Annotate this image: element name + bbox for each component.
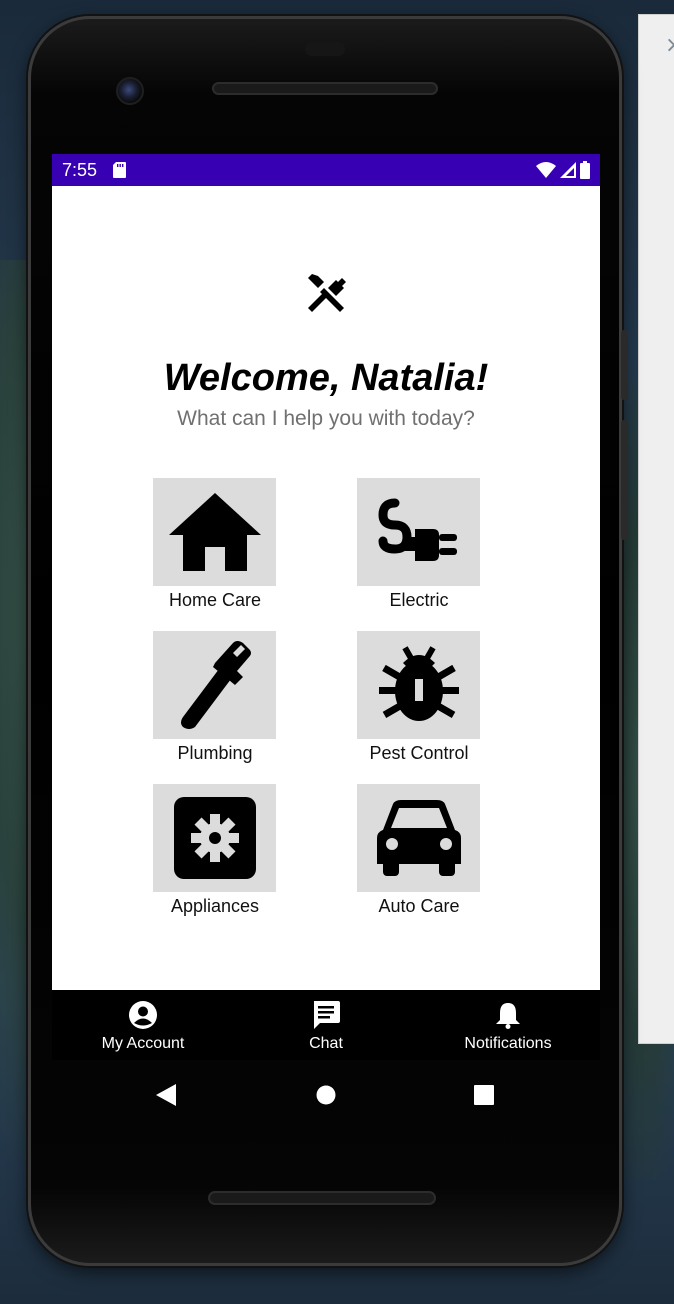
earpiece-speaker (212, 82, 438, 95)
nav-label: Notifications (464, 1035, 552, 1052)
tools-icon (308, 274, 346, 312)
home-icon (168, 493, 261, 571)
bug-icon (378, 646, 459, 721)
nav-my-account[interactable]: My Account (90, 990, 196, 1060)
service-label: Electric (389, 590, 449, 610)
status-time: 7:55 (62, 159, 98, 180)
welcome-heading: Welcome, Natalia! (163, 357, 489, 399)
service-tile[interactable] (153, 478, 276, 586)
gear-icon (173, 797, 256, 879)
nav-chat[interactable]: Chat (296, 990, 356, 1060)
app-screen: 7:55 Welcome, Natalia! What can I help y… (52, 154, 600, 990)
nav-label: Chat (309, 1035, 343, 1052)
service-plumbing[interactable]: Plumbing (153, 631, 277, 764)
nav-notifications[interactable]: Notifications (452, 990, 564, 1060)
welcome-subtitle: What can I help you with today? (177, 407, 475, 430)
chat-icon (314, 1001, 340, 1029)
service-label: Appliances (170, 896, 260, 916)
service-label: Pest Control (369, 743, 469, 763)
bottom-speaker (208, 1191, 436, 1205)
power-button (621, 330, 628, 400)
battery-icon (580, 161, 590, 179)
system-navigation-bar (52, 1070, 600, 1126)
sd-card-icon (113, 162, 127, 178)
service-label: Auto Care (378, 896, 460, 916)
service-pest-control[interactable]: Pest Control (357, 631, 481, 764)
back-icon[interactable] (156, 1084, 176, 1106)
pipe-wrench-icon (180, 641, 251, 729)
service-auto-care[interactable]: Auto Care (357, 784, 481, 917)
service-tile[interactable] (153, 631, 276, 739)
electric-plug-icon (377, 498, 457, 561)
proximity-sensor (305, 42, 345, 56)
bottom-navigation: My Account Chat Notifications (52, 990, 600, 1060)
service-label: Plumbing (177, 743, 253, 763)
signal-icon (560, 162, 576, 178)
volume-button (621, 420, 628, 540)
service-tile[interactable] (357, 478, 480, 586)
service-electric[interactable]: Electric (357, 478, 481, 611)
status-bar: 7:55 (52, 154, 600, 186)
service-home-care[interactable]: Home Care (153, 478, 277, 611)
service-label: Home Care (168, 590, 262, 610)
home-circle-icon[interactable] (316, 1084, 336, 1106)
recents-icon[interactable] (473, 1084, 495, 1106)
close-icon[interactable]: × (665, 33, 674, 58)
side-panel: × (638, 14, 674, 1044)
service-appliances[interactable]: Appliances (153, 784, 277, 917)
service-tile[interactable] (153, 784, 276, 892)
front-camera (116, 77, 144, 105)
car-icon (376, 800, 461, 876)
service-tile[interactable] (357, 631, 480, 739)
service-tile[interactable] (357, 784, 480, 892)
wifi-icon (536, 162, 556, 178)
nav-label: My Account (101, 1035, 185, 1052)
bell-icon (496, 1003, 520, 1029)
account-circle-icon (129, 1001, 157, 1029)
